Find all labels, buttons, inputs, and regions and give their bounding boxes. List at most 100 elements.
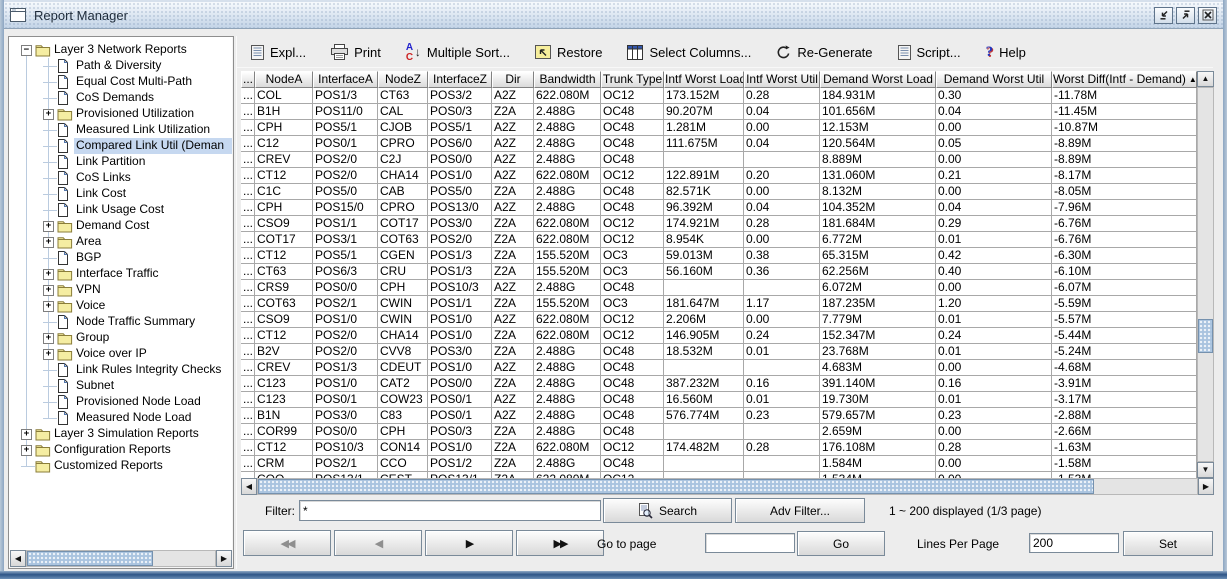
tree-item-node-traffic-summary[interactable]: Node Traffic Summary xyxy=(10,314,232,330)
expand-toggle-icon[interactable]: + xyxy=(21,445,32,456)
table-row[interactable]: ...COLPOS1/3CT63POS3/2A2Z622.080MOC12173… xyxy=(241,88,1197,104)
column-header-demand-worst-util[interactable]: Demand Worst Util xyxy=(936,71,1052,88)
table-row[interactable]: ...COT63POS2/1CWINPOS1/1Z2A155.520MOC318… xyxy=(241,296,1197,312)
toolbar-button-multiple-sort[interactable]: AC↓Multiple Sort... xyxy=(406,44,510,61)
column-header-nodea[interactable]: NodeA xyxy=(255,71,313,88)
table-row[interactable]: ...CT12POS5/1CGENPOS1/3Z2A155.520MOC359.… xyxy=(241,248,1197,264)
tree-item-equal-cost-multi-path[interactable]: Equal Cost Multi-Path xyxy=(10,74,232,90)
expand-toggle-icon[interactable]: + xyxy=(43,269,54,280)
page-number-input[interactable] xyxy=(705,533,795,553)
toolbar-button-script[interactable]: Script... xyxy=(898,45,961,60)
scroll-right-icon[interactable]: ▶ xyxy=(1198,478,1214,495)
column-header-worst-diff-intf-demand[interactable]: Worst Diff(Intf - Demand)▲ xyxy=(1052,71,1197,88)
tree-item-link-cost[interactable]: Link Cost xyxy=(10,186,232,202)
first-page-button[interactable]: ◀◀ xyxy=(243,530,331,556)
tree-item-subnet[interactable]: Subnet xyxy=(10,378,232,394)
tree-item-layer-3-network-reports[interactable]: −Layer 3 Network Reports xyxy=(10,42,232,58)
column-header-interfacez[interactable]: InterfaceZ xyxy=(428,71,492,88)
table-row[interactable]: ...CT12POS2/0CHA14POS1/0Z2A622.080MOC121… xyxy=(241,328,1197,344)
scrollbar-thumb[interactable] xyxy=(27,551,153,566)
tree-item-path-diversity[interactable]: Path & Diversity xyxy=(10,58,232,74)
tree-item-voice[interactable]: +Voice xyxy=(10,298,232,314)
tree-item-demand-cost[interactable]: +Demand Cost xyxy=(10,218,232,234)
tree-item-link-usage-cost[interactable]: Link Usage Cost xyxy=(10,202,232,218)
toolbar-button-print[interactable]: Print xyxy=(331,44,381,60)
search-button[interactable]: Search xyxy=(603,498,732,523)
table-row[interactable]: ...CRMPOS2/1CCOPOS1/2Z2A2.488GOC481.584M… xyxy=(241,456,1197,472)
set-button[interactable]: Set xyxy=(1123,531,1213,556)
table-row[interactable]: ...CSO9POS1/1COT17POS3/0Z2A622.080MOC121… xyxy=(241,216,1197,232)
scroll-right-icon[interactable]: ▶ xyxy=(216,550,232,567)
lines-per-page-input[interactable] xyxy=(1029,533,1119,553)
adv-filter-button[interactable]: Adv Filter... xyxy=(735,498,865,523)
table-row[interactable]: ...C123POS1/0CAT2POS0/0Z2A2.488GOC48387.… xyxy=(241,376,1197,392)
tree-item-bgp[interactable]: BGP xyxy=(10,250,232,266)
scrollbar-thumb[interactable] xyxy=(1198,319,1213,353)
column-header-dir[interactable]: Dir xyxy=(492,71,534,88)
expand-toggle-icon[interactable]: + xyxy=(43,349,54,360)
toolbar-button-select-columns[interactable]: Select Columns... xyxy=(627,45,751,60)
table-horizontal-scrollbar[interactable]: ◀ ▶ xyxy=(241,478,1214,495)
expand-toggle-icon[interactable]: + xyxy=(43,221,54,232)
tree-item-interface-traffic[interactable]: +Interface Traffic xyxy=(10,266,232,282)
tree-item-measured-node-load[interactable]: Measured Node Load xyxy=(10,410,232,426)
tree-item-group[interactable]: +Group xyxy=(10,330,232,346)
tree-item-layer-3-simulation-reports[interactable]: +Layer 3 Simulation Reports xyxy=(10,426,232,442)
table-row[interactable]: ...CT12POS10/3CON14POS1/0Z2A622.080MOC12… xyxy=(241,440,1197,456)
tree-item-customized-reports[interactable]: Customized Reports xyxy=(10,458,232,474)
column-header-row-menu[interactable]: ... xyxy=(241,71,255,88)
tree-item-link-rules-integrity-checks[interactable]: Link Rules Integrity Checks xyxy=(10,362,232,378)
tree-item-cos-demands[interactable]: CoS Demands xyxy=(10,90,232,106)
tree-horizontal-scrollbar[interactable]: ◀ ▶ xyxy=(10,550,232,567)
column-header-nodez[interactable]: NodeZ xyxy=(378,71,428,88)
next-page-button[interactable]: ▶ xyxy=(425,530,513,556)
table-row[interactable]: ...B1NPOS3/0C83POS0/1A2Z2.488GOC48576.77… xyxy=(241,408,1197,424)
tree-item-voice-over-ip[interactable]: +Voice over IP xyxy=(10,346,232,362)
scroll-down-icon[interactable]: ▼ xyxy=(1197,462,1214,478)
column-header-demand-worst-load[interactable]: Demand Worst Load xyxy=(820,71,936,88)
expand-toggle-icon[interactable]: + xyxy=(43,237,54,248)
column-header-interfacea[interactable]: InterfaceA xyxy=(313,71,378,88)
tree-item-link-partition[interactable]: Link Partition xyxy=(10,154,232,170)
table-row[interactable]: ...CREVPOS2/0C2JPOS0/0A2Z2.488GOC488.889… xyxy=(241,152,1197,168)
expand-toggle-icon[interactable]: + xyxy=(43,109,54,120)
expand-toggle-icon[interactable]: + xyxy=(21,429,32,440)
table-row[interactable]: ...COR99POS0/0CPHPOS0/3Z2A2.488GOC482.65… xyxy=(241,424,1197,440)
last-page-button[interactable]: ▶▶ xyxy=(516,530,604,556)
table-row[interactable]: ...B1HPOS11/0CALPOS0/3Z2A2.488GOC4890.20… xyxy=(241,104,1197,120)
table-row[interactable]: ...CPHPOS15/0CPROPOS13/0A2Z2.488GOC4896.… xyxy=(241,200,1197,216)
scrollbar-thumb[interactable] xyxy=(258,479,1094,494)
table-vertical-scrollbar[interactable]: ▲ ▼ xyxy=(1197,71,1214,478)
tree-item-provisioned-node-load[interactable]: Provisioned Node Load xyxy=(10,394,232,410)
tree-item-compared-link-util-deman[interactable]: Compared Link Util (Deman xyxy=(10,138,232,154)
table-row[interactable]: ...CT12POS2/0CHA14POS1/0A2Z622.080MOC121… xyxy=(241,168,1197,184)
table-row[interactable]: ...C123POS0/1COW23POS0/1A2Z2.488GOC4816.… xyxy=(241,392,1197,408)
tree-item-vpn[interactable]: +VPN xyxy=(10,282,232,298)
toolbar-button-restore[interactable]: Restore xyxy=(535,45,603,60)
toolbar-button-help[interactable]: ?Help xyxy=(986,44,1026,61)
expand-toggle-icon[interactable]: + xyxy=(43,333,54,344)
tree-item-configuration-reports[interactable]: +Configuration Reports xyxy=(10,442,232,458)
maximize-button[interactable] xyxy=(1176,7,1195,24)
expand-toggle-icon[interactable]: + xyxy=(43,285,54,296)
table-row[interactable]: ...CPHPOS5/1CJOBPOS5/1A2Z2.488GOC481.281… xyxy=(241,120,1197,136)
scroll-up-icon[interactable]: ▲ xyxy=(1197,71,1214,87)
table-row[interactable]: ...CRS9POS0/0CPHPOS10/3A2Z2.488GOC486.07… xyxy=(241,280,1197,296)
close-button[interactable] xyxy=(1198,7,1217,24)
tree-item-provisioned-utilization[interactable]: +Provisioned Utilization xyxy=(10,106,232,122)
table-row[interactable]: ...C12POS0/1CPROPOS6/0A2Z2.488GOC48111.6… xyxy=(241,136,1197,152)
tree-item-cos-links[interactable]: CoS Links xyxy=(10,170,232,186)
minimize-button[interactable] xyxy=(1154,7,1173,24)
filter-input[interactable] xyxy=(299,500,601,521)
collapse-toggle-icon[interactable]: − xyxy=(21,45,32,56)
column-header-intf-worst-load[interactable]: Intf Worst Load xyxy=(664,71,744,88)
table-row[interactable]: ...CREVPOS1/3CDEUTPOS1/0A2Z2.488GOC484.6… xyxy=(241,360,1197,376)
expand-toggle-icon[interactable]: + xyxy=(43,301,54,312)
column-header-intf-worst-util[interactable]: Intf Worst Util xyxy=(744,71,820,88)
scroll-left-icon[interactable]: ◀ xyxy=(241,478,257,495)
column-header-trunk-type[interactable]: Trunk Type xyxy=(601,71,664,88)
tree-item-measured-link-utilization[interactable]: Measured Link Utilization xyxy=(10,122,232,138)
toolbar-button-re-generate[interactable]: Re-Generate xyxy=(776,45,872,60)
go-button[interactable]: Go xyxy=(797,531,885,556)
table-row[interactable]: ...C1CPOS5/0CABPOS5/0Z2A2.488GOC4882.571… xyxy=(241,184,1197,200)
